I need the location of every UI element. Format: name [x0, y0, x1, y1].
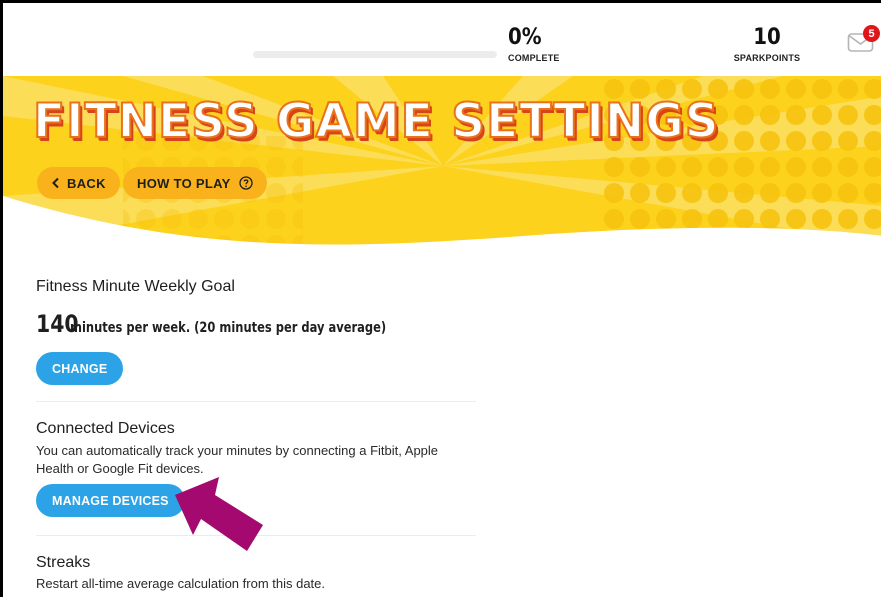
weekly-goal-minutes: 140	[36, 310, 79, 338]
sparkpoints-label: SPARKPOINTS	[733, 53, 801, 63]
how-to-play-button[interactable]: HOW TO PLAY	[123, 167, 267, 199]
settings-banner: FITNESS GAME SETTINGS BACK HOW TO PLAY	[3, 76, 881, 246]
weekly-goal-title: Fitness Minute Weekly Goal	[36, 278, 235, 295]
page-title: FITNESS GAME SETTINGS	[32, 93, 720, 150]
complete-label: COMPLETE	[508, 53, 560, 63]
complete-stat: 0% COMPLETE	[508, 25, 560, 63]
streaks-description: Restart all-time average calculation fro…	[36, 576, 326, 591]
mail-badge: 5	[863, 25, 880, 42]
mail-button[interactable]: 5	[847, 25, 880, 57]
chevron-left-icon	[51, 177, 61, 189]
section-divider	[36, 401, 476, 402]
change-goal-button[interactable]: CHANGE	[36, 352, 124, 385]
top-stats-bar: 0% COMPLETE 10 SPARKPOINTS 5	[3, 3, 881, 76]
pointer-arrow-icon	[175, 477, 263, 551]
back-label: BACK	[67, 175, 106, 191]
weekly-goal-text: minutes per week. (20 minutes per day av…	[70, 320, 387, 336]
weekly-goal-summary: 140 minutes per week. (20 minutes per da…	[36, 310, 476, 338]
manage-devices-button[interactable]: MANAGE DEVICES	[36, 484, 185, 517]
sparkpoints-stat: 10 SPARKPOINTS	[731, 25, 803, 63]
progress-bar	[253, 51, 497, 58]
how-to-play-label: HOW TO PLAY	[137, 175, 231, 191]
back-button[interactable]: BACK	[37, 167, 120, 199]
sparkpoints-value: 10	[753, 25, 781, 50]
complete-value: 0%	[508, 25, 542, 50]
connected-devices-title: Connected Devices	[36, 420, 175, 437]
app-frame: 0% COMPLETE 10 SPARKPOINTS 5 FITNESS GAM…	[0, 0, 881, 597]
help-circle-icon	[238, 176, 253, 190]
